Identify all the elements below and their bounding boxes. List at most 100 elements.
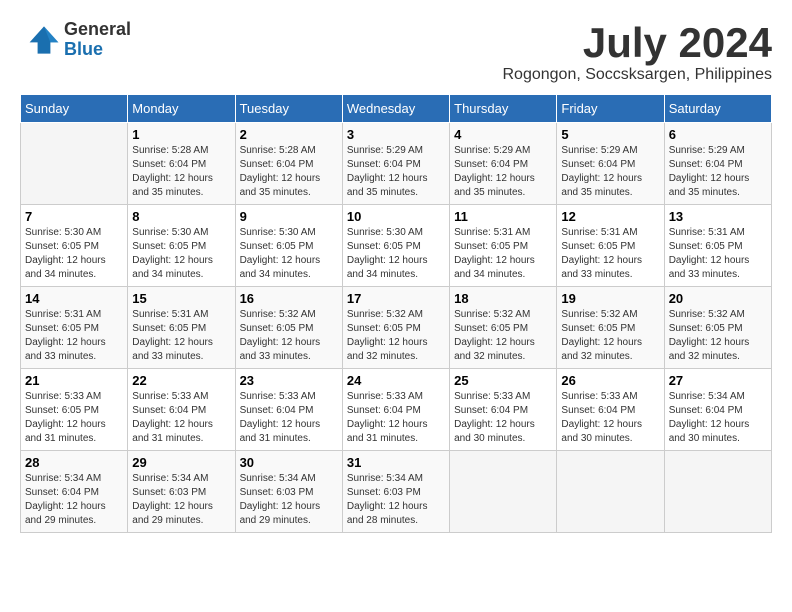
day-info: Sunrise: 5:33 AMSunset: 6:04 PMDaylight:… <box>561 390 659 446</box>
logo-general: General <box>64 20 131 40</box>
day-number: 25 <box>454 373 552 388</box>
day-info: Sunrise: 5:34 AMSunset: 6:03 PMDaylight:… <box>132 472 230 528</box>
day-number: 21 <box>25 373 123 388</box>
day-cell: 29 Sunrise: 5:34 AMSunset: 6:03 PMDayligh… <box>128 451 235 533</box>
day-cell: 2 Sunrise: 5:28 AMSunset: 6:04 PMDaylight… <box>235 123 342 205</box>
day-number: 20 <box>669 291 767 306</box>
day-number: 9 <box>240 209 338 224</box>
day-cell: 12Sunrise: 5:31 AMSunset: 6:05 PMDayligh… <box>557 205 664 287</box>
logo: General Blue <box>20 20 131 60</box>
day-cell: 22 Sunrise: 5:33 AMSunset: 6:04 PMDayligh… <box>128 369 235 451</box>
day-cell: 5 Sunrise: 5:29 AMSunset: 6:04 PMDaylight… <box>557 123 664 205</box>
week-row-1: 1 Sunrise: 5:28 AMSunset: 6:04 PMDaylight… <box>21 123 772 205</box>
day-info: Sunrise: 5:30 AMSunset: 6:05 PMDaylight:… <box>25 226 123 282</box>
day-cell: 25 Sunrise: 5:33 AMSunset: 6:04 PMDayligh… <box>450 369 557 451</box>
weekday-wednesday: Wednesday <box>342 95 449 123</box>
day-cell <box>664 451 771 533</box>
weekday-header-row: SundayMondayTuesdayWednesdayThursdayFrid… <box>21 95 772 123</box>
day-number: 8 <box>132 209 230 224</box>
week-row-4: 21 Sunrise: 5:33 AMSunset: 6:05 PMDayligh… <box>21 369 772 451</box>
day-number: 17 <box>347 291 445 306</box>
day-cell: 15Sunrise: 5:31 AMSunset: 6:05 PMDayligh… <box>128 287 235 369</box>
day-info: Sunrise: 5:28 AMSunset: 6:04 PMDaylight:… <box>132 144 230 200</box>
day-info: Sunrise: 5:29 AMSunset: 6:04 PMDaylight:… <box>669 144 767 200</box>
day-cell: 27Sunrise: 5:34 AMSunset: 6:04 PMDayligh… <box>664 369 771 451</box>
day-info: Sunrise: 5:31 AMSunset: 6:05 PMDaylight:… <box>669 226 767 282</box>
day-cell: 16 Sunrise: 5:32 AMSunset: 6:05 PMDayligh… <box>235 287 342 369</box>
day-cell: 1 Sunrise: 5:28 AMSunset: 6:04 PMDaylight… <box>128 123 235 205</box>
week-row-5: 28 Sunrise: 5:34 AMSunset: 6:04 PMDayligh… <box>21 451 772 533</box>
day-info: Sunrise: 5:32 AMSunset: 6:05 PMDaylight:… <box>454 308 552 364</box>
day-number: 3 <box>347 127 445 142</box>
day-number: 30 <box>240 455 338 470</box>
day-info: Sunrise: 5:33 AMSunset: 6:04 PMDaylight:… <box>132 390 230 446</box>
day-cell: 23 Sunrise: 5:33 AMSunset: 6:04 PMDayligh… <box>235 369 342 451</box>
week-row-2: 7 Sunrise: 5:30 AMSunset: 6:05 PMDaylight… <box>21 205 772 287</box>
calendar-table: SundayMondayTuesdayWednesdayThursdayFrid… <box>20 94 772 533</box>
day-info: Sunrise: 5:34 AMSunset: 6:04 PMDaylight:… <box>25 472 123 528</box>
day-number: 7 <box>25 209 123 224</box>
day-number: 16 <box>240 291 338 306</box>
day-info: Sunrise: 5:32 AMSunset: 6:05 PMDaylight:… <box>240 308 338 364</box>
day-cell: 21 Sunrise: 5:33 AMSunset: 6:05 PMDayligh… <box>21 369 128 451</box>
day-number: 28 <box>25 455 123 470</box>
day-number: 10 <box>347 209 445 224</box>
title-block: July 2024 Rogongon, Soccsksargen, Philip… <box>503 20 773 84</box>
day-cell: 8 Sunrise: 5:30 AMSunset: 6:05 PMDaylight… <box>128 205 235 287</box>
day-number: 13 <box>669 209 767 224</box>
day-info: Sunrise: 5:31 AMSunset: 6:05 PMDaylight:… <box>25 308 123 364</box>
day-number: 22 <box>132 373 230 388</box>
day-cell: 19Sunrise: 5:32 AMSunset: 6:05 PMDayligh… <box>557 287 664 369</box>
day-info: Sunrise: 5:30 AMSunset: 6:05 PMDaylight:… <box>132 226 230 282</box>
page-header: General Blue July 2024 Rogongon, Soccsks… <box>20 20 772 84</box>
day-number: 5 <box>561 127 659 142</box>
day-cell: 24 Sunrise: 5:33 AMSunset: 6:04 PMDayligh… <box>342 369 449 451</box>
day-cell <box>450 451 557 533</box>
day-info: Sunrise: 5:33 AMSunset: 6:04 PMDaylight:… <box>454 390 552 446</box>
weekday-friday: Friday <box>557 95 664 123</box>
day-info: Sunrise: 5:33 AMSunset: 6:05 PMDaylight:… <box>25 390 123 446</box>
day-cell: 6Sunrise: 5:29 AMSunset: 6:04 PMDaylight… <box>664 123 771 205</box>
day-cell: 9Sunrise: 5:30 AMSunset: 6:05 PMDaylight… <box>235 205 342 287</box>
day-number: 1 <box>132 127 230 142</box>
day-info: Sunrise: 5:32 AMSunset: 6:05 PMDaylight:… <box>669 308 767 364</box>
day-cell: 13 Sunrise: 5:31 AMSunset: 6:05 PMDayligh… <box>664 205 771 287</box>
day-info: Sunrise: 5:33 AMSunset: 6:04 PMDaylight:… <box>240 390 338 446</box>
day-info: Sunrise: 5:31 AMSunset: 6:05 PMDaylight:… <box>454 226 552 282</box>
day-info: Sunrise: 5:28 AMSunset: 6:04 PMDaylight:… <box>240 144 338 200</box>
day-cell: 28 Sunrise: 5:34 AMSunset: 6:04 PMDayligh… <box>21 451 128 533</box>
day-number: 18 <box>454 291 552 306</box>
day-info: Sunrise: 5:31 AMSunset: 6:05 PMDaylight:… <box>561 226 659 282</box>
day-cell: 18 Sunrise: 5:32 AMSunset: 6:05 PMDayligh… <box>450 287 557 369</box>
weekday-tuesday: Tuesday <box>235 95 342 123</box>
day-info: Sunrise: 5:29 AMSunset: 6:04 PMDaylight:… <box>561 144 659 200</box>
day-cell: 7 Sunrise: 5:30 AMSunset: 6:05 PMDaylight… <box>21 205 128 287</box>
day-cell: 14Sunrise: 5:31 AMSunset: 6:05 PMDayligh… <box>21 287 128 369</box>
month-title: July 2024 <box>503 20 773 66</box>
day-cell: 26Sunrise: 5:33 AMSunset: 6:04 PMDayligh… <box>557 369 664 451</box>
day-number: 23 <box>240 373 338 388</box>
day-number: 11 <box>454 209 552 224</box>
day-cell: 4 Sunrise: 5:29 AMSunset: 6:04 PMDaylight… <box>450 123 557 205</box>
week-row-3: 14Sunrise: 5:31 AMSunset: 6:05 PMDayligh… <box>21 287 772 369</box>
day-number: 4 <box>454 127 552 142</box>
day-info: Sunrise: 5:30 AMSunset: 6:05 PMDaylight:… <box>347 226 445 282</box>
logo-icon <box>20 20 60 60</box>
day-info: Sunrise: 5:29 AMSunset: 6:04 PMDaylight:… <box>454 144 552 200</box>
logo-blue: Blue <box>64 40 131 60</box>
day-cell <box>557 451 664 533</box>
location: Rogongon, Soccsksargen, Philippines <box>503 66 773 84</box>
weekday-monday: Monday <box>128 95 235 123</box>
day-info: Sunrise: 5:33 AMSunset: 6:04 PMDaylight:… <box>347 390 445 446</box>
day-info: Sunrise: 5:31 AMSunset: 6:05 PMDaylight:… <box>132 308 230 364</box>
day-cell: 30Sunrise: 5:34 AMSunset: 6:03 PMDayligh… <box>235 451 342 533</box>
day-cell: 11 Sunrise: 5:31 AMSunset: 6:05 PMDayligh… <box>450 205 557 287</box>
day-number: 2 <box>240 127 338 142</box>
day-info: Sunrise: 5:29 AMSunset: 6:04 PMDaylight:… <box>347 144 445 200</box>
day-cell: 20 Sunrise: 5:32 AMSunset: 6:05 PMDayligh… <box>664 287 771 369</box>
day-number: 31 <box>347 455 445 470</box>
logo-text: General Blue <box>64 20 131 60</box>
day-number: 29 <box>132 455 230 470</box>
day-cell: 3 Sunrise: 5:29 AMSunset: 6:04 PMDaylight… <box>342 123 449 205</box>
day-number: 24 <box>347 373 445 388</box>
